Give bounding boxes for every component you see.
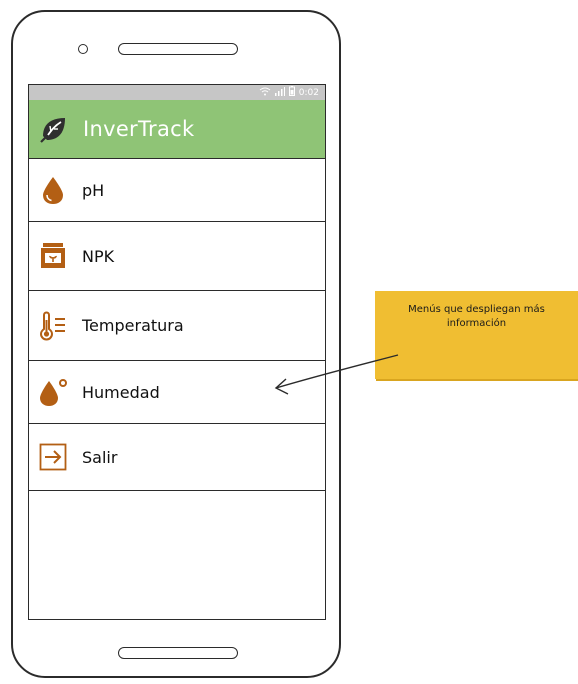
menu-item-temperatura[interactable]: Temperatura	[29, 291, 325, 361]
phone-speaker	[118, 43, 238, 55]
annotation-note: Menús que despliegan más información	[375, 291, 578, 379]
water-drop-icon	[38, 175, 68, 205]
menu-item-label: Salir	[82, 447, 118, 467]
battery-icon	[288, 86, 295, 99]
menu-item-label: NPK	[82, 246, 115, 266]
menu-item-ph[interactable]: pH	[29, 159, 325, 222]
app-bar: InverTrack	[29, 100, 325, 159]
menu-item-label: pH	[82, 180, 105, 200]
app-title: InverTrack	[83, 117, 195, 141]
annotation-text: Menús que despliegan más información	[408, 304, 545, 329]
wifi-icon	[259, 87, 271, 99]
fertilizer-bag-icon	[38, 241, 68, 271]
menu-item-label: Temperatura	[82, 316, 184, 335]
menu-item-humedad[interactable]: Humedad	[29, 361, 325, 424]
app-screen: 0:02 InverTrack pH NPK Temperatura Humed…	[28, 84, 326, 620]
menu-item-label: Humedad	[82, 382, 160, 402]
leaf-icon	[39, 114, 69, 144]
exit-icon	[38, 442, 68, 472]
home-button[interactable]	[118, 647, 238, 659]
status-time: 0:02	[298, 87, 319, 98]
status-bar: 0:02	[29, 85, 325, 100]
thermometer-icon	[38, 310, 68, 341]
menu-item-salir[interactable]: Salir	[29, 424, 325, 491]
front-camera	[78, 44, 88, 54]
signal-icon	[274, 86, 285, 99]
menu-item-npk[interactable]: NPK	[29, 222, 325, 291]
humidity-icon	[38, 377, 68, 407]
